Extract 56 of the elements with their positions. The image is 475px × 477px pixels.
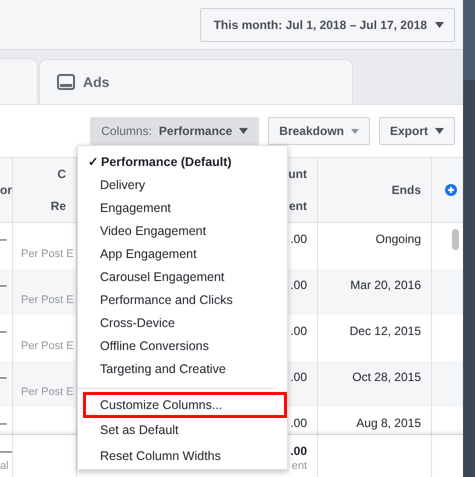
caret-icon bbox=[350, 128, 359, 134]
table-cell: Mar 20, 2016 bbox=[350, 278, 421, 292]
table-cell: Aug 8, 2015 bbox=[356, 416, 421, 430]
table-cell: – bbox=[0, 232, 7, 246]
columns-dropdown[interactable]: Columns: Performance bbox=[90, 117, 260, 145]
column-header: C bbox=[57, 167, 66, 181]
table-cell: al bbox=[0, 460, 9, 472]
check-icon: ✓ bbox=[88, 154, 99, 169]
menu-item[interactable]: Reset Column Widths bbox=[83, 443, 287, 469]
menu-item[interactable]: Carousel Engagement bbox=[78, 265, 287, 288]
menu-item[interactable]: App Engagement bbox=[78, 242, 287, 265]
menu-item[interactable]: Set as Default bbox=[83, 418, 287, 444]
tab[interactable] bbox=[0, 58, 38, 104]
table-cell: .00 bbox=[290, 416, 307, 430]
column-header: or bbox=[0, 183, 12, 197]
date-range-button[interactable]: This month: Jul 1, 2018 – Jul 17, 2018 bbox=[200, 8, 455, 42]
table-cell: Dec 12, 2015 bbox=[350, 324, 421, 338]
menu-item[interactable]: Cross-Device bbox=[78, 311, 287, 334]
table-cell: .00 bbox=[290, 232, 307, 246]
menu-item[interactable]: ✓ Performance (Default) bbox=[78, 150, 287, 173]
table-cell: Per Post E bbox=[21, 248, 74, 260]
menu-item[interactable]: Video Engagement bbox=[78, 219, 287, 242]
breakdown-dropdown[interactable]: Breakdown bbox=[268, 117, 370, 145]
table-cell: ent bbox=[292, 460, 307, 472]
table-cell: Per Post E bbox=[21, 386, 74, 398]
table-cell: .00 bbox=[290, 370, 307, 384]
caret-icon bbox=[435, 22, 444, 28]
table-cell: .00 bbox=[290, 324, 307, 338]
menu-item[interactable]: Offline Conversions bbox=[78, 334, 287, 357]
caret-icon bbox=[239, 128, 248, 134]
table-cell: .00 bbox=[290, 278, 307, 292]
table-cell: – bbox=[0, 416, 7, 430]
tab[interactable]: Ads bbox=[39, 59, 353, 104]
menu-item[interactable]: Performance and Clicks bbox=[78, 288, 287, 311]
table-cell: – bbox=[0, 278, 7, 292]
menu-item[interactable]: Delivery bbox=[78, 173, 287, 196]
menu-item[interactable]: Targeting and Creative bbox=[78, 357, 287, 380]
column-header: unt bbox=[288, 167, 307, 181]
table-cell: Oct 28, 2015 bbox=[352, 370, 421, 384]
export-dropdown[interactable]: Export bbox=[378, 117, 455, 145]
table-cell: — bbox=[0, 444, 12, 458]
table-cell: Ongoing bbox=[376, 232, 421, 246]
caret-icon bbox=[435, 128, 444, 134]
table-cell: .00 bbox=[290, 444, 307, 458]
column-header: Ends bbox=[392, 183, 421, 197]
menu-item[interactable]: Engagement bbox=[78, 196, 287, 219]
table-cell: – bbox=[0, 324, 7, 338]
column-header: Re bbox=[50, 199, 66, 213]
table-cell: Per Post E bbox=[21, 294, 74, 306]
menu-item[interactable]: Customize Columns... bbox=[83, 392, 287, 418]
table-cell: – bbox=[0, 370, 7, 384]
table-cell: Per Post E bbox=[21, 340, 74, 352]
column-header: ent bbox=[289, 199, 307, 213]
add-column-icon[interactable] bbox=[445, 184, 457, 196]
monitor-icon bbox=[57, 74, 75, 90]
scrollbar-thumb[interactable] bbox=[452, 229, 459, 250]
